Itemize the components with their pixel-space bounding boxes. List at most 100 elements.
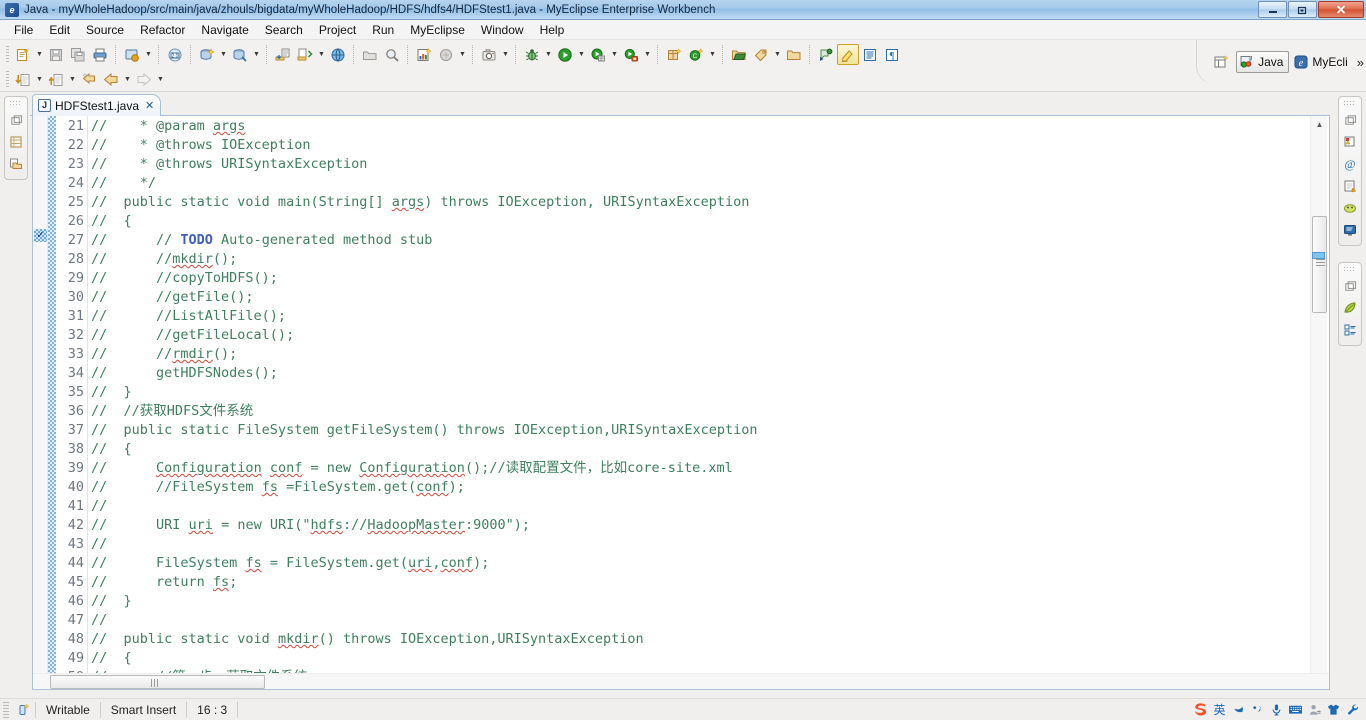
- export-dropdown-arrow[interactable]: [316, 44, 327, 65]
- perspective-more-button[interactable]: »: [1357, 55, 1364, 70]
- toggle-mark-occurrences-button[interactable]: [837, 44, 859, 65]
- fast-view-grip[interactable]: [1344, 100, 1356, 106]
- menu-source[interactable]: Source: [78, 21, 132, 39]
- open-call-hierarchy-button[interactable]: [45, 69, 67, 90]
- next-annotation-button[interactable]: [815, 44, 837, 65]
- punctuation-icon[interactable]: [1248, 700, 1267, 719]
- restore-button[interactable]: [1288, 1, 1317, 18]
- menu-navigate[interactable]: Navigate: [193, 21, 256, 39]
- editor-vertical-scrollbar[interactable]: ▲: [1310, 116, 1327, 673]
- scroll-up-arrow-icon[interactable]: ▲: [1311, 116, 1328, 133]
- new-class-dropdown-arrow[interactable]: [707, 44, 718, 65]
- voice-input-icon[interactable]: [1267, 700, 1286, 719]
- open-browser-button[interactable]: [327, 44, 349, 65]
- db-browser-button[interactable]: [229, 44, 251, 65]
- horizontal-scroll-thumb[interactable]: [50, 674, 265, 689]
- run-dropdown-arrow[interactable]: [576, 44, 587, 65]
- restore-view-button[interactable]: [1339, 275, 1361, 297]
- matisse-dropdown-arrow[interactable]: [457, 44, 468, 65]
- code-text-area[interactable]: // * @param args // * @throws IOException…: [91, 116, 1307, 673]
- export-button[interactable]: [294, 44, 316, 65]
- menu-myeclipse[interactable]: MyEclipse: [402, 21, 473, 39]
- toolbox-icon[interactable]: [1343, 700, 1362, 719]
- menu-help[interactable]: Help: [532, 21, 573, 39]
- db-browser-dropdown-arrow[interactable]: [251, 44, 262, 65]
- open-resource-button[interactable]: [728, 44, 750, 65]
- save-all-button[interactable]: [67, 44, 89, 65]
- open-declaration-dropdown-arrow[interactable]: [34, 69, 45, 90]
- last-edit-button[interactable]: [783, 44, 805, 65]
- fast-view-grip[interactable]: [10, 100, 22, 106]
- search-button[interactable]: [381, 44, 403, 65]
- web-2-0-button[interactable]: 2.0: [164, 44, 186, 65]
- external-tools-button[interactable]: [620, 44, 642, 65]
- run-config-button[interactable]: [587, 44, 609, 65]
- minimize-button[interactable]: [1258, 1, 1287, 18]
- soft-keyboard-icon[interactable]: [1286, 700, 1305, 719]
- annotation-ruler[interactable]: ✓: [33, 116, 48, 673]
- package-explorer-button[interactable]: [5, 153, 27, 175]
- close-button[interactable]: [1318, 1, 1364, 18]
- outline-leaf-button[interactable]: [1339, 297, 1361, 319]
- toolbar-grip[interactable]: [6, 45, 9, 64]
- menu-search[interactable]: Search: [257, 21, 311, 39]
- new-wizard-button[interactable]: [196, 44, 218, 65]
- new-button[interactable]: [12, 44, 34, 65]
- declaration-view-button[interactable]: [1339, 175, 1361, 197]
- new-package-button[interactable]: [663, 44, 685, 65]
- menu-file[interactable]: File: [6, 21, 41, 39]
- matisse-button[interactable]: [435, 44, 457, 65]
- annotation-button[interactable]: [750, 44, 772, 65]
- back-to-button[interactable]: [78, 69, 100, 90]
- run-button[interactable]: [554, 44, 576, 65]
- toolbar-grip[interactable]: [6, 70, 9, 89]
- console-tomcat-button[interactable]: [1339, 197, 1361, 219]
- input-mode-english-icon[interactable]: 英: [1210, 700, 1229, 719]
- run-config-dropdown-arrow[interactable]: [609, 44, 620, 65]
- menu-project[interactable]: Project: [311, 21, 364, 39]
- vertical-scroll-thumb[interactable]: [1312, 216, 1327, 313]
- task-list-button[interactable]: [1339, 319, 1361, 341]
- open-call-hierarchy-dropdown-arrow[interactable]: [67, 69, 78, 90]
- back-dropdown-arrow[interactable]: [122, 69, 133, 90]
- editor-tab-hdfstest1[interactable]: J HDFStest1.java ✕: [32, 94, 162, 116]
- import-button[interactable]: [272, 44, 294, 65]
- overview-ruler-marker[interactable]: [1312, 252, 1325, 259]
- skin-icon[interactable]: [1324, 700, 1343, 719]
- menu-edit[interactable]: Edit: [41, 21, 78, 39]
- fast-view-grip[interactable]: [1344, 266, 1356, 272]
- toggle-block-selection-button[interactable]: [859, 44, 881, 65]
- debug-dropdown-arrow[interactable]: [543, 44, 554, 65]
- show-whitespace-button[interactable]: ¶: [881, 44, 903, 65]
- back-button[interactable]: [100, 69, 122, 90]
- open-type-button[interactable]: [359, 44, 381, 65]
- snapshot-dropdown-arrow[interactable]: [500, 44, 511, 65]
- close-icon[interactable]: ✕: [145, 99, 154, 112]
- folding-marker-icon[interactable]: ✓: [34, 229, 47, 242]
- new-class-button[interactable]: C: [685, 44, 707, 65]
- perspective-myeclipse[interactable]: e MyEcli: [1291, 51, 1352, 73]
- menu-run[interactable]: Run: [364, 21, 402, 39]
- menu-refactor[interactable]: Refactor: [132, 21, 193, 39]
- outline-view-button[interactable]: [5, 131, 27, 153]
- print-button[interactable]: [89, 44, 111, 65]
- new-dropdown-arrow[interactable]: [34, 44, 45, 65]
- console-view-button[interactable]: [1339, 219, 1361, 241]
- forward-button[interactable]: [133, 69, 155, 90]
- restore-view-button[interactable]: [5, 109, 27, 131]
- sogou-logo-icon[interactable]: [1191, 700, 1210, 719]
- menu-window[interactable]: Window: [473, 21, 532, 39]
- report-button[interactable]: [413, 44, 435, 65]
- debug-button[interactable]: [521, 44, 543, 65]
- javadoc-view-button[interactable]: @: [1339, 153, 1361, 175]
- open-perspective-button[interactable]: [1211, 51, 1234, 73]
- problems-view-button[interactable]: [1339, 131, 1361, 153]
- external-tools-dropdown-arrow[interactable]: [642, 44, 653, 65]
- snapshot-button[interactable]: [478, 44, 500, 65]
- myeclipse-run-dropdown-arrow[interactable]: [143, 44, 154, 65]
- annotation-dropdown-arrow[interactable]: [772, 44, 783, 65]
- perspective-java[interactable]: J Java: [1236, 51, 1290, 73]
- open-declaration-button[interactable]: [12, 69, 34, 90]
- restore-view-button[interactable]: [1339, 109, 1361, 131]
- forward-dropdown-arrow[interactable]: [155, 69, 166, 90]
